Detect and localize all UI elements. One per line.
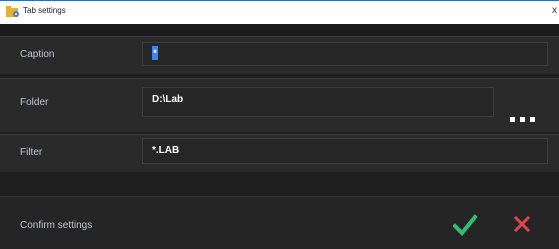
title-bar: Tab settings x (0, 0, 559, 24)
caption-value: * (152, 46, 158, 61)
ellipsis-icon (508, 112, 544, 126)
filter-label: Filter (20, 147, 43, 158)
ellipsis-dot (530, 117, 535, 122)
cancel-button[interactable] (512, 214, 532, 234)
title-separator (0, 24, 559, 36)
folder-value: D:\Lab (152, 94, 184, 105)
folder-input[interactable]: D:\Lab (142, 87, 494, 117)
close-button[interactable]: x (552, 5, 557, 16)
filter-input[interactable]: *.LAB (142, 138, 548, 164)
filter-value: *.LAB (152, 145, 180, 156)
browse-folder-button[interactable] (508, 112, 544, 126)
folder-row: Folder D:\Lab (0, 78, 559, 132)
confirm-button[interactable] (452, 214, 478, 236)
folder-settings-icon (6, 6, 19, 17)
ellipsis-dot (520, 117, 525, 122)
window-title: Tab settings (23, 6, 66, 15)
caption-row: Caption * (0, 36, 559, 74)
ellipsis-dot (510, 117, 515, 122)
folder-label: Folder (20, 97, 49, 108)
caption-label: Caption (20, 49, 55, 60)
tab-settings-window: Tab settings x Caption * Folder D:\Lab F… (0, 0, 559, 249)
filter-row: Filter *.LAB (0, 134, 559, 172)
caption-input[interactable]: * (142, 42, 548, 66)
checkmark-icon (452, 214, 478, 236)
confirm-settings-label: Confirm settings (20, 220, 93, 231)
cross-icon (513, 215, 531, 233)
